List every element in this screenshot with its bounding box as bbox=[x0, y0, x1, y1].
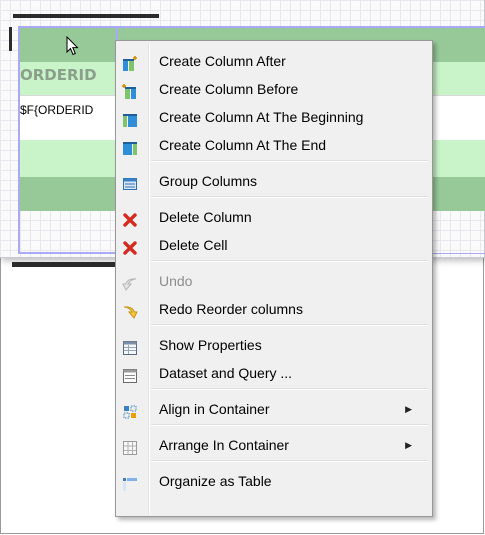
menu-item-label: Redo Reorder columns bbox=[159, 301, 303, 317]
menu-item-label: Create Column At The Beginning bbox=[159, 109, 364, 125]
context-menu: Create Column After Create Column Before… bbox=[115, 40, 433, 517]
mouse-pointer-icon bbox=[66, 36, 79, 56]
column-add-before-icon bbox=[122, 81, 138, 99]
orderid-header-text[interactable]: ORDERID bbox=[20, 66, 97, 84]
menu-separator bbox=[151, 160, 429, 162]
menu-item-organize-as-table[interactable]: Organize as Table bbox=[116, 467, 432, 495]
menu-item-align-in-container[interactable]: Align in Container ▶ bbox=[116, 395, 432, 423]
selected-column-outline[interactable] bbox=[18, 26, 118, 254]
submenu-arrow-icon: ▶ bbox=[405, 440, 412, 450]
menu-item-create-column-after[interactable]: Create Column After bbox=[116, 47, 432, 75]
menu-item-redo[interactable]: Redo Reorder columns bbox=[116, 295, 432, 323]
menu-separator bbox=[151, 388, 429, 390]
column-add-end-icon bbox=[122, 137, 138, 155]
menu-item-label: Create Column At The End bbox=[159, 137, 327, 153]
menu-item-create-column-at-end[interactable]: Create Column At The End bbox=[116, 131, 432, 159]
menu-item-label: Group Columns bbox=[159, 173, 258, 189]
menu-item-delete-cell[interactable]: Delete Cell bbox=[116, 231, 432, 259]
menu-item-create-column-before[interactable]: Create Column Before bbox=[116, 75, 432, 103]
menu-separator bbox=[151, 460, 429, 462]
selection-handle-bottom[interactable] bbox=[12, 262, 120, 267]
menu-item-label: Arrange In Container bbox=[159, 437, 289, 453]
orderid-field-text[interactable]: $F{ORDERID bbox=[20, 103, 93, 117]
menu-item-arrange-in-container[interactable]: Arrange In Container ▶ bbox=[116, 431, 432, 459]
menu-separator bbox=[151, 196, 429, 198]
menu-item-label: Organize as Table bbox=[159, 473, 272, 489]
menu-item-dataset-and-query[interactable]: Dataset and Query ... bbox=[116, 359, 432, 387]
menu-item-label: Create Column Before bbox=[159, 81, 299, 97]
group-columns-icon bbox=[122, 173, 138, 190]
properties-table-icon bbox=[122, 337, 138, 355]
submenu-arrow-icon: ▶ bbox=[405, 404, 412, 414]
menu-item-show-properties[interactable]: Show Properties bbox=[116, 331, 432, 359]
menu-item-label: Show Properties bbox=[159, 337, 262, 353]
menu-item-label: Dataset and Query ... bbox=[159, 365, 293, 381]
organize-table-icon bbox=[122, 473, 138, 491]
menu-separator bbox=[151, 260, 429, 262]
menu-item-label: Undo bbox=[159, 273, 193, 289]
menu-item-delete-column[interactable]: Delete Column bbox=[116, 203, 432, 231]
menu-item-label: Create Column After bbox=[159, 53, 286, 69]
menu-item-label: Delete Cell bbox=[159, 237, 228, 253]
menu-item-group-columns[interactable]: Group Columns bbox=[116, 167, 432, 195]
column-add-after-icon bbox=[122, 53, 138, 71]
undo-arrow-icon bbox=[122, 273, 138, 291]
menu-item-undo[interactable]: Undo bbox=[116, 267, 432, 295]
selection-handle-top[interactable] bbox=[13, 14, 159, 18]
menu-item-label: Delete Column bbox=[159, 209, 252, 225]
align-container-icon bbox=[122, 401, 138, 419]
selection-handle-left[interactable] bbox=[9, 27, 12, 51]
menu-separator bbox=[151, 324, 429, 326]
delete-x-icon bbox=[122, 209, 138, 227]
arrange-grid-icon bbox=[122, 437, 138, 455]
menu-separator bbox=[151, 424, 429, 426]
delete-x-icon bbox=[122, 237, 138, 255]
column-add-beginning-icon bbox=[122, 109, 138, 127]
menu-item-label: Align in Container bbox=[159, 401, 270, 417]
menu-item-create-column-at-beginning[interactable]: Create Column At The Beginning bbox=[116, 103, 432, 131]
dataset-icon bbox=[122, 365, 138, 383]
redo-arrow-icon bbox=[122, 301, 138, 319]
